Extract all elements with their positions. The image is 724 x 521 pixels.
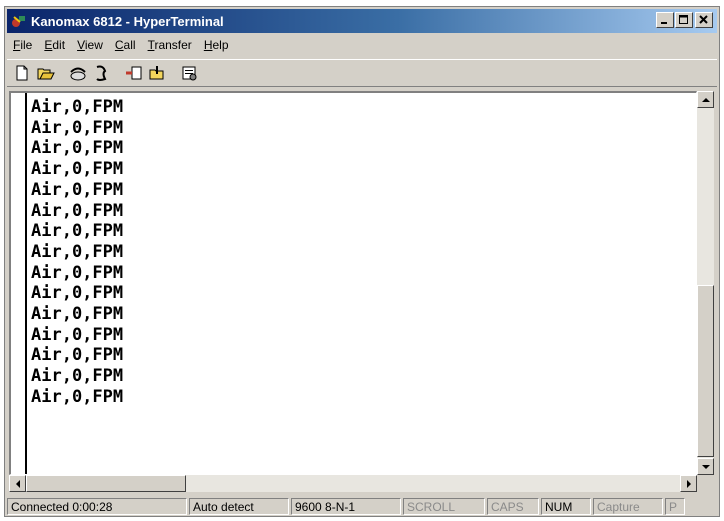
menu-bar: File Edit View Call Transfer Help bbox=[7, 35, 717, 55]
scroll-down-button[interactable] bbox=[697, 458, 714, 475]
hang-up-icon bbox=[96, 65, 107, 81]
receive-file-icon bbox=[149, 66, 164, 80]
terminal-line: Air,0,FPM bbox=[31, 283, 124, 304]
minimize-button[interactable] bbox=[656, 12, 674, 28]
toolbar bbox=[7, 59, 717, 87]
properties-icon bbox=[182, 66, 197, 81]
arrow-up-icon bbox=[701, 97, 710, 102]
status-print: P bbox=[665, 497, 685, 515]
phone-icon bbox=[70, 67, 86, 81]
terminal-margin-line bbox=[25, 93, 27, 474]
menu-view[interactable]: View bbox=[71, 38, 109, 52]
call-button[interactable] bbox=[67, 62, 89, 84]
maximize-button[interactable] bbox=[675, 12, 693, 28]
terminal-line: Air,0,FPM bbox=[31, 117, 124, 138]
arrow-down-icon bbox=[701, 464, 710, 469]
status-bar: Connected 0:00:28 Auto detect 9600 8-N-1… bbox=[7, 496, 717, 516]
terminal-line: Air,0,FPM bbox=[31, 304, 124, 325]
status-connected: Connected 0:00:28 bbox=[7, 497, 187, 515]
terminal-line: Air,0,FPM bbox=[31, 324, 124, 345]
close-button[interactable] bbox=[695, 12, 713, 28]
status-num: NUM bbox=[541, 497, 591, 515]
hyperterminal-app-icon[interactable] bbox=[11, 13, 27, 29]
terminal-line: Air,0,FPM bbox=[31, 159, 124, 180]
terminal-line: Air,0,FPM bbox=[31, 345, 124, 366]
properties-button[interactable] bbox=[179, 62, 201, 84]
scroll-right-button[interactable] bbox=[680, 475, 697, 492]
terminal-line: Air,0,FPM bbox=[31, 241, 124, 262]
terminal-line: Air,0,FPM bbox=[31, 262, 124, 283]
arrow-right-icon bbox=[686, 479, 691, 488]
new-document-icon bbox=[16, 65, 28, 81]
terminal-line: Air,0,FPM bbox=[31, 366, 124, 387]
status-capture: Capture bbox=[593, 497, 663, 515]
window-title: Kanomax 6812 - HyperTerminal bbox=[31, 13, 224, 29]
terminal-output: Air,0,FPM Air,0,FPM Air,0,FPM Air,0,FPM … bbox=[31, 97, 123, 408]
terminal-line: Air,0,FPM bbox=[31, 221, 124, 242]
menu-transfer[interactable]: Transfer bbox=[142, 38, 198, 52]
title-bar[interactable]: Kanomax 6812 - HyperTerminal bbox=[7, 9, 717, 33]
open-folder-icon bbox=[37, 68, 55, 80]
open-button[interactable] bbox=[35, 62, 57, 84]
disconnect-button[interactable] bbox=[91, 62, 113, 84]
terminal-line: Air,0,FPM bbox=[31, 138, 124, 159]
new-connection-button[interactable] bbox=[11, 62, 33, 84]
vertical-scrollbar[interactable] bbox=[697, 91, 714, 475]
terminal-line: Air,0,FPM bbox=[31, 200, 124, 221]
status-caps: CAPS bbox=[487, 497, 539, 515]
hyperterminal-window: Kanomax 6812 - HyperTerminal File Edit V… bbox=[4, 6, 720, 517]
send-button[interactable] bbox=[123, 62, 145, 84]
menu-edit[interactable]: Edit bbox=[38, 38, 71, 52]
receive-button[interactable] bbox=[147, 62, 169, 84]
scroll-left-button[interactable] bbox=[9, 475, 26, 492]
horizontal-scroll-thumb[interactable] bbox=[26, 475, 186, 492]
menu-help[interactable]: Help bbox=[198, 38, 235, 52]
terminal-line: Air,0,FPM bbox=[31, 179, 124, 200]
status-scroll: SCROLL bbox=[403, 497, 485, 515]
arrow-left-icon bbox=[15, 479, 20, 488]
scroll-up-button[interactable] bbox=[697, 91, 714, 108]
scrollbar-corner bbox=[697, 475, 714, 492]
menu-call[interactable]: Call bbox=[109, 38, 142, 52]
horizontal-scrollbar[interactable] bbox=[9, 475, 697, 492]
terminal-line: Air,0,FPM bbox=[31, 97, 124, 117]
status-detect: Auto detect bbox=[189, 497, 289, 515]
terminal-line: Air,0,FPM bbox=[31, 386, 124, 407]
menu-file[interactable]: File bbox=[7, 38, 38, 52]
vertical-scroll-thumb[interactable] bbox=[697, 285, 714, 457]
terminal-area[interactable]: Air,0,FPM Air,0,FPM Air,0,FPM Air,0,FPM … bbox=[9, 91, 697, 475]
status-port-settings: 9600 8-N-1 bbox=[291, 497, 401, 515]
send-file-icon bbox=[126, 66, 142, 80]
